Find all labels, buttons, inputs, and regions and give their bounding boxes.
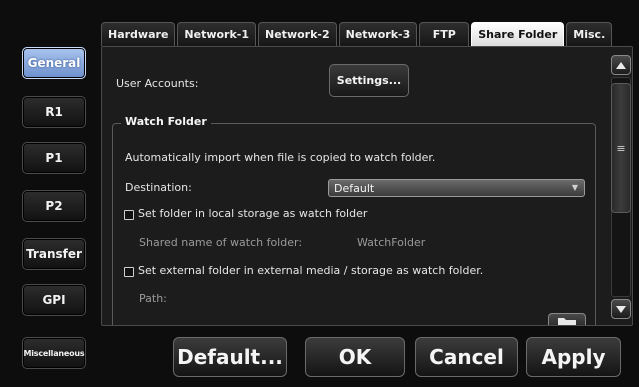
settings-button[interactable]: Settings... — [329, 64, 409, 97]
tab-network-1[interactable]: Network-1 — [177, 22, 257, 46]
tab-misc[interactable]: Misc. — [566, 22, 613, 46]
external-storage-checkbox-label[interactable]: Set external folder in external media / … — [138, 264, 483, 277]
user-accounts-label: User Accounts: — [116, 77, 199, 90]
apply-button[interactable]: Apply — [526, 337, 621, 377]
sidebar-item-transfer[interactable]: Transfer — [22, 238, 86, 270]
watch-folder-title: Watch Folder — [121, 115, 211, 128]
destination-value: Default — [334, 181, 375, 195]
destination-dropdown[interactable]: Default ▼ — [328, 179, 585, 197]
tab-share-folder[interactable]: Share Folder — [471, 22, 565, 46]
shared-name-label: Shared name of watch folder: — [139, 236, 303, 249]
tab-bar: Hardware Network-1 Network-2 Network-3 F… — [101, 22, 613, 46]
tab-network-2[interactable]: Network-2 — [258, 22, 337, 46]
tab-ftp[interactable]: FTP — [419, 22, 470, 46]
browse-folder-button[interactable] — [548, 313, 586, 325]
grip-lines-icon: ≡ — [616, 141, 626, 155]
local-storage-checkbox-label[interactable]: Set folder in local storage as watch fol… — [138, 207, 367, 220]
external-storage-checkbox[interactable] — [124, 267, 134, 277]
tab-hardware[interactable]: Hardware — [101, 22, 176, 46]
share-folder-panel: User Accounts: Settings... Watch Folder … — [101, 46, 633, 326]
sidebar-item-p1[interactable]: P1 — [22, 142, 86, 174]
default-button[interactable]: Default... — [173, 337, 287, 377]
sidebar-item-miscellaneous[interactable]: Miscellaneous — [22, 337, 86, 369]
sidebar-item-p2[interactable]: P2 — [22, 190, 86, 222]
scrollbar-thumb[interactable]: ≡ — [611, 83, 631, 213]
scroll-up-button[interactable] — [611, 55, 631, 75]
sidebar-item-general[interactable]: General — [22, 47, 86, 79]
cancel-button[interactable]: Cancel — [415, 337, 518, 377]
scroll-down-button[interactable] — [611, 299, 631, 319]
triangle-up-icon — [616, 61, 626, 69]
ok-button[interactable]: OK — [305, 337, 405, 377]
chevron-down-icon: ▼ — [571, 183, 578, 192]
destination-label: Destination: — [125, 181, 192, 194]
folder-icon — [558, 318, 576, 325]
sidebar-item-gpi[interactable]: GPI — [22, 284, 86, 316]
local-storage-checkbox[interactable] — [124, 210, 134, 220]
tab-network-3[interactable]: Network-3 — [338, 22, 418, 46]
triangle-down-icon — [616, 305, 626, 313]
watch-folder-description: Automatically import when file is copied… — [125, 151, 436, 164]
sidebar-item-r1[interactable]: R1 — [22, 96, 86, 128]
path-label: Path: — [139, 292, 167, 305]
shared-name-value: WatchFolder — [357, 236, 426, 249]
